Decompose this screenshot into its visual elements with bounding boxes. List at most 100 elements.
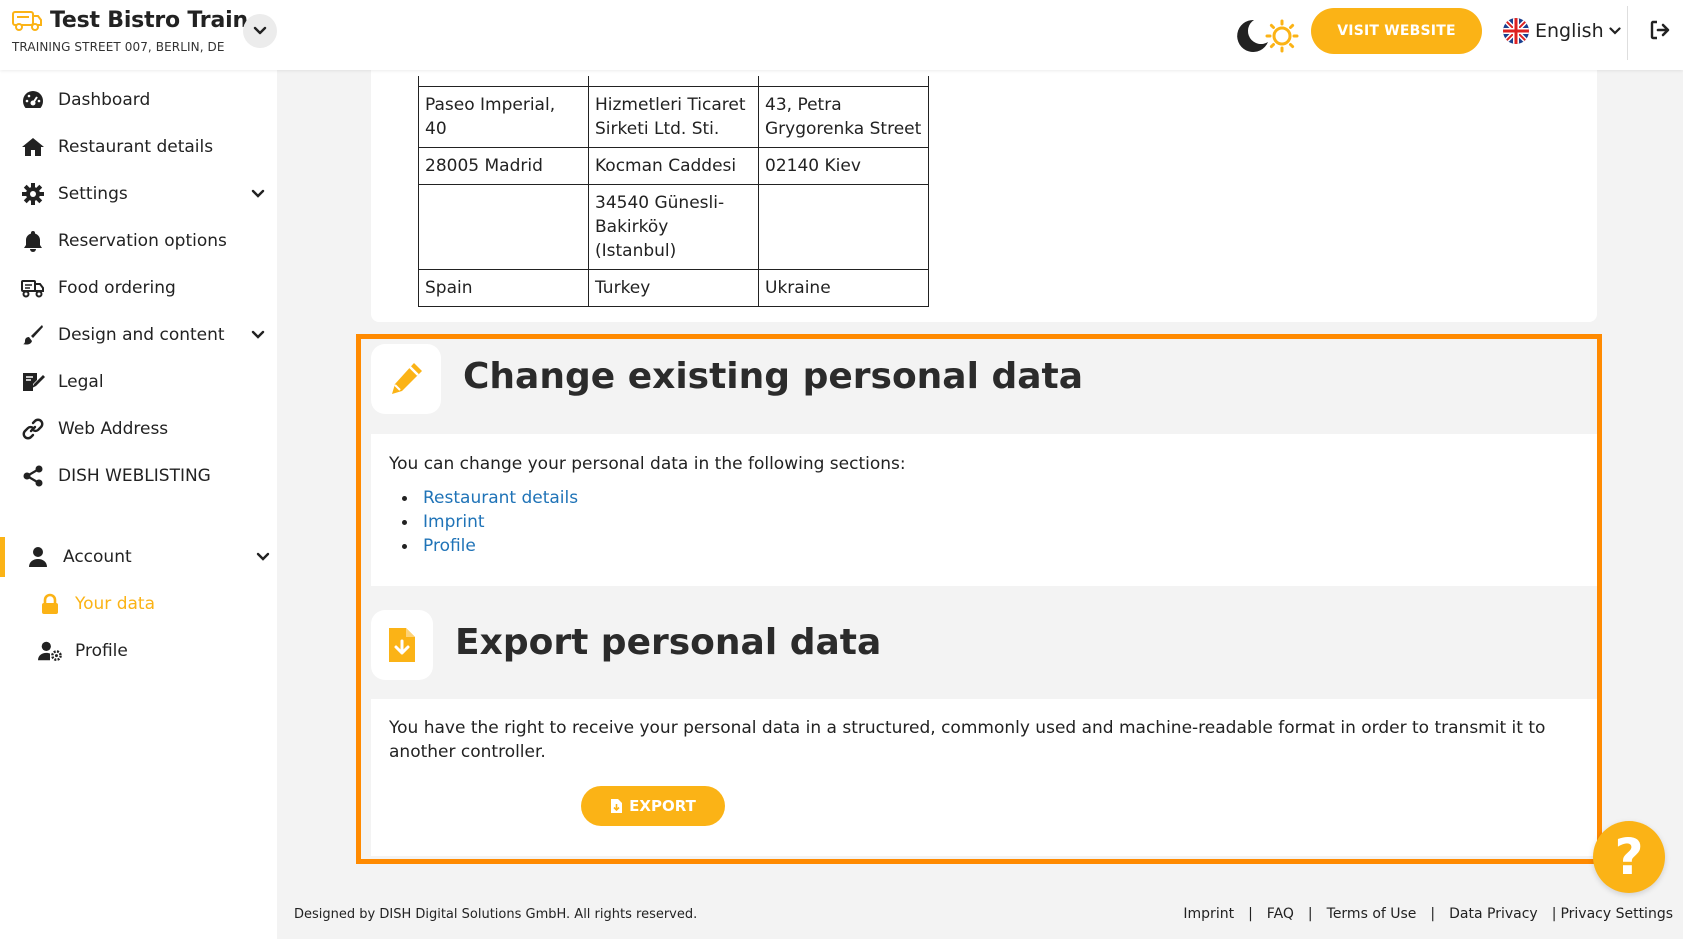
table-row: 28005 Madrid Kocman Caddesi 02140 Kiev	[418, 146, 929, 185]
link-imprint[interactable]: Imprint	[397, 510, 578, 534]
table-cell: Turkey	[588, 268, 759, 307]
chevron-down-icon	[1609, 27, 1621, 35]
sidebar-item-label: Your data	[75, 594, 155, 614]
table-cell	[758, 183, 929, 270]
table-cell: Ukraine	[758, 268, 929, 307]
brush-icon	[21, 323, 45, 347]
sidebar-item-dashboard[interactable]: Dashboard	[0, 80, 277, 120]
legal-icon	[21, 370, 45, 394]
table-cell: Paseo Imperial, 40	[418, 85, 589, 148]
sidebar-subitem-profile[interactable]: Profile	[0, 631, 277, 671]
file-export-icon	[611, 799, 623, 813]
chevron-down-icon	[251, 189, 265, 198]
table-cell	[418, 183, 589, 270]
table-row: Paseo Imperial, 40 Hizmetleri Ticaret Si…	[418, 85, 929, 148]
visit-website-button[interactable]: VISIT WEBSITE	[1311, 8, 1482, 54]
sun-icon	[1265, 19, 1299, 53]
sidebar-item-food-ordering[interactable]: Food ordering	[0, 268, 277, 308]
sidebar-item-web-address[interactable]: Web Address	[0, 409, 277, 449]
chevron-down-icon	[251, 330, 265, 339]
sidebar-item-label: Design and content	[58, 325, 225, 345]
footer-separator: |	[1551, 906, 1557, 922]
export-data-header: Export personal data	[371, 610, 1597, 684]
theme-toggle[interactable]	[1232, 16, 1300, 56]
change-data-body: You can change your personal data in the…	[371, 434, 1597, 586]
sidebar-item-settings[interactable]: Settings	[0, 174, 277, 214]
address-table: Paseo Imperial, 40 Hizmetleri Ticaret Si…	[418, 76, 929, 307]
footer-link-faq[interactable]: FAQ	[1267, 906, 1294, 922]
sidebar-item-restaurant-details[interactable]: Restaurant details	[0, 127, 277, 167]
sidebar-item-account[interactable]: Account	[0, 537, 277, 577]
sidebar-item-legal[interactable]: Legal	[0, 362, 277, 402]
footer-link-data-privacy[interactable]: Data Privacy	[1449, 906, 1538, 922]
lock-icon	[38, 592, 62, 616]
chevron-down-icon	[253, 26, 267, 35]
footer-link-privacy-settings[interactable]: Privacy Settings	[1560, 906, 1673, 922]
food-ordering-icon	[21, 276, 45, 300]
header-divider	[1627, 6, 1628, 60]
table-cell: Spain	[418, 268, 589, 307]
question-mark-icon: ?	[1614, 828, 1644, 886]
footer-separator: |	[1307, 906, 1313, 922]
export-data-title: Export personal data	[455, 622, 882, 663]
sidebar-item-label: Food ordering	[58, 278, 176, 298]
export-data-text: You have the right to receive your perso…	[389, 718, 1546, 762]
file-download-icon	[389, 628, 415, 662]
sidebar-item-reservation-options[interactable]: Reservation options	[0, 221, 277, 261]
language-selector[interactable]: English	[1503, 16, 1621, 46]
legal-content-card: Paseo Imperial, 40 Hizmetleri Ticaret Si…	[371, 70, 1597, 322]
table-row: Spain Turkey Ukraine	[418, 268, 929, 307]
restaurant-name: Test Bistro Train...	[50, 8, 273, 33]
table-cell: Kocman Caddesi	[588, 146, 759, 185]
sidebar-item-label: Legal	[58, 372, 104, 392]
link-restaurant-details[interactable]: Restaurant details	[397, 486, 578, 510]
pencil-icon-box	[371, 344, 441, 414]
change-data-title: Change existing personal data	[463, 356, 1084, 397]
pencil-icon	[392, 363, 422, 394]
link-profile[interactable]: Profile	[397, 534, 578, 558]
sidebar-item-label: Restaurant details	[58, 137, 214, 157]
footer-copyright: Designed by DISH Digital Solutions GmbH.…	[294, 907, 698, 922]
restaurant-dropdown-button[interactable]	[243, 14, 277, 48]
language-label: English	[1535, 20, 1604, 42]
table-row	[418, 76, 929, 87]
sidebar-item-label: DISH WEBLISTING	[58, 466, 211, 486]
export-button-label: EXPORT	[629, 797, 696, 815]
top-header: Test Bistro Train... TRAINING STREET 007…	[0, 0, 1683, 70]
chevron-down-icon	[256, 552, 270, 561]
table-cell	[588, 76, 759, 87]
sidebar-item-label: Profile	[75, 641, 128, 661]
sidebar-item-dish-weblisting[interactable]: DISH WEBLISTING	[0, 456, 277, 496]
sidebar-item-design-and-content[interactable]: Design and content	[0, 315, 277, 355]
user-icon	[26, 545, 50, 569]
table-cell	[418, 76, 589, 87]
file-download-icon-box	[371, 610, 433, 680]
sidebar: Dashboard Restaurant details Settings Re…	[0, 70, 277, 939]
table-cell	[758, 76, 929, 87]
export-data-body: You have the right to receive your perso…	[371, 699, 1597, 856]
footer-link-terms-of-use[interactable]: Terms of Use	[1327, 906, 1417, 922]
user-gear-icon	[38, 639, 62, 663]
table-cell: 43, Petra Grygorenka Street	[758, 85, 929, 148]
logout-icon[interactable]	[1648, 18, 1672, 42]
sidebar-subitem-your-data[interactable]: Your data	[0, 584, 277, 624]
uk-flag-icon	[1503, 18, 1529, 44]
help-button[interactable]: ?	[1593, 821, 1665, 893]
footer-link-imprint[interactable]: Imprint	[1183, 906, 1234, 922]
sidebar-item-label: Web Address	[58, 419, 169, 439]
table-row: 34540 Günesli-Bakirköy (Istanbul)	[418, 183, 929, 270]
sidebar-item-label: Dashboard	[58, 90, 151, 110]
moon-icon	[1237, 19, 1268, 52]
change-data-intro: You can change your personal data in the…	[389, 454, 906, 474]
change-data-links: Restaurant details Imprint Profile	[397, 486, 578, 558]
table-cell: 02140 Kiev	[758, 146, 929, 185]
restaurant-address: TRAINING STREET 007, BERLIN, DE	[12, 40, 225, 54]
dashboard-icon	[21, 88, 45, 112]
export-button[interactable]: EXPORT	[581, 786, 725, 826]
change-data-header: Change existing personal data	[371, 344, 1597, 418]
food-truck-icon	[12, 8, 42, 32]
sidebar-item-label: Reservation options	[58, 231, 227, 251]
footer-separator: |	[1430, 906, 1436, 922]
footer-separator: |	[1248, 906, 1253, 922]
table-cell: Hizmetleri Ticaret Sirketi Ltd. Sti.	[588, 85, 759, 148]
